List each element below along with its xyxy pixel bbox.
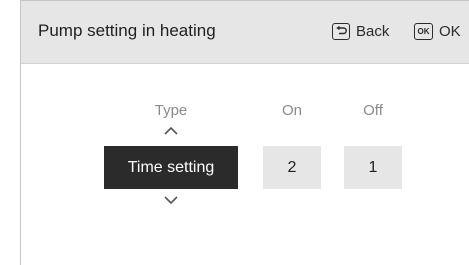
back-button[interactable]: Back <box>332 23 389 40</box>
ok-label: OK <box>439 23 461 40</box>
ok-button[interactable]: OK OK <box>414 23 461 40</box>
off-value[interactable]: 1 <box>344 146 402 189</box>
pump-setting-screen: Pump setting in heating Back OK OK Type … <box>0 0 469 265</box>
type-up-button[interactable] <box>161 124 181 138</box>
chevron-down-icon <box>164 196 178 205</box>
on-value[interactable]: 2 <box>263 146 321 189</box>
header-bar: Pump setting in heating Back OK OK <box>21 1 469 64</box>
page-title: Pump setting in heating <box>38 21 216 40</box>
back-return-icon <box>332 23 350 40</box>
type-down-button[interactable] <box>161 193 181 207</box>
on-column-label: On <box>281 102 302 119</box>
type-value[interactable]: Time setting <box>104 146 238 189</box>
type-column-label: Type <box>154 102 188 119</box>
chevron-up-icon <box>164 126 178 135</box>
ok-key-icon: OK <box>414 23 433 40</box>
back-label: Back <box>356 23 390 40</box>
off-column-label: Off <box>363 102 383 119</box>
